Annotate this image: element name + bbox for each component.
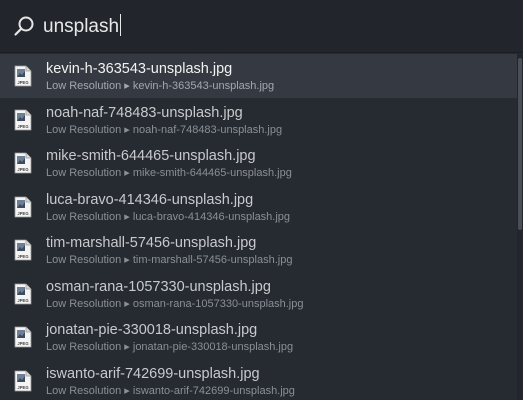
result-title: noah-naf-748483-unsplash.jpg	[46, 104, 243, 121]
search-query: unsplash	[43, 16, 120, 37]
svg-text:JPEG: JPEG	[17, 254, 28, 259]
result-subtitle: Low Resolution ▸ kevin-h-363543-unsplash…	[46, 79, 517, 93]
result-subtitle: Low Resolution ▸ noah-naf-748483-unsplas…	[46, 123, 517, 137]
result-row[interactable]: JPEG osman-rana-1057330-unsplash.jpg Low…	[0, 272, 517, 316]
results-list: JPEG kevin-h-363543-unsplash.jpg Low Res…	[0, 54, 517, 400]
result-subtitle: Low Resolution ▸ jonatan-pie-330018-unsp…	[46, 340, 517, 354]
result-resolution: Low Resolution	[46, 254, 122, 266]
svg-text:JPEG: JPEG	[17, 167, 28, 172]
jpeg-file-icon: JPEG	[14, 109, 32, 131]
result-resolution: Low Resolution	[46, 341, 122, 353]
path-separator: ▸	[124, 210, 130, 223]
result-resolution: Low Resolution	[46, 210, 122, 223]
svg-text:JPEG: JPEG	[17, 298, 28, 303]
result-resolution: Low Resolution	[46, 80, 122, 92]
result-row[interactable]: JPEG iswanto-arif-742699-unsplash.jpg Lo…	[0, 359, 517, 400]
path-separator: ▸	[124, 254, 130, 266]
result-filename: iswanto-arif-742699-unsplash.jpg	[132, 384, 295, 397]
result-title: jonatan-pie-330018-unsplash.jpg	[46, 322, 258, 338]
search-bar[interactable]: unsplash	[0, 0, 523, 53]
result-resolution: Low Resolution	[46, 384, 122, 397]
jpeg-file-icon: JPEG	[14, 239, 32, 261]
jpeg-file-icon: JPEG	[14, 370, 32, 392]
result-filename: osman-rana-1057330-unsplash.jpg	[132, 297, 304, 310]
result-filename: luca-bravo-414346-unsplash.jpg	[132, 210, 291, 223]
scrollbar-thumb[interactable]	[518, 58, 522, 230]
result-title: iswanto-arif-742699-unsplash.jpg	[46, 365, 260, 382]
jpeg-file-icon: JPEG	[14, 196, 32, 218]
path-separator: ▸	[124, 167, 130, 179]
path-separator: ▸	[124, 123, 130, 136]
svg-text:JPEG: JPEG	[17, 80, 28, 85]
path-separator: ▸	[124, 384, 130, 397]
path-separator: ▸	[124, 297, 130, 310]
scrollbar[interactable]	[517, 54, 523, 400]
svg-text:JPEG: JPEG	[17, 341, 28, 346]
result-filename: kevin-h-363543-unsplash.jpg	[132, 80, 275, 92]
path-separator: ▸	[124, 341, 130, 353]
svg-text:JPEG: JPEG	[17, 124, 28, 129]
result-row[interactable]: JPEG tim-marshall-57456-unsplash.jpg Low…	[0, 228, 517, 272]
result-subtitle: Low Resolution ▸ mike-smith-644465-unspl…	[46, 166, 517, 180]
result-subtitle: Low Resolution ▸ iswanto-arif-742699-uns…	[46, 384, 517, 398]
result-row[interactable]: JPEG luca-bravo-414346-unsplash.jpg Low …	[0, 185, 517, 229]
result-title: luca-bravo-414346-unsplash.jpg	[46, 191, 254, 208]
result-row[interactable]: JPEG noah-naf-748483-unsplash.jpg Low Re…	[0, 98, 517, 142]
result-row[interactable]: JPEG kevin-h-363543-unsplash.jpg Low Res…	[0, 54, 517, 98]
jpeg-file-icon: JPEG	[14, 326, 32, 348]
path-separator: ▸	[124, 80, 130, 92]
launcher-window: unsplash JPEG kevin-h-363543-unsplash.jp…	[0, 0, 523, 400]
result-resolution: Low Resolution	[46, 123, 122, 136]
result-subtitle: Low Resolution ▸ luca-bravo-414346-unspl…	[46, 210, 517, 224]
result-subtitle: Low Resolution ▸ tim-marshall-57456-unsp…	[46, 253, 517, 267]
result-title: osman-rana-1057330-unsplash.jpg	[46, 278, 271, 295]
svg-text:JPEG: JPEG	[17, 211, 28, 216]
result-row[interactable]: JPEG mike-smith-644465-unsplash.jpg Low …	[0, 141, 517, 185]
result-row[interactable]: JPEG jonatan-pie-330018-unsplash.jpg Low…	[0, 315, 517, 359]
svg-text:JPEG: JPEG	[17, 385, 28, 390]
result-resolution: Low Resolution	[46, 297, 122, 310]
result-resolution: Low Resolution	[46, 167, 122, 179]
result-filename: mike-smith-644465-unsplash.jpg	[132, 167, 292, 179]
result-filename: tim-marshall-57456-unsplash.jpg	[132, 254, 293, 266]
result-subtitle: Low Resolution ▸ osman-rana-1057330-unsp…	[46, 297, 517, 311]
result-title: tim-marshall-57456-unsplash.jpg	[46, 235, 257, 251]
text-cursor	[120, 14, 122, 36]
result-filename: noah-naf-748483-unsplash.jpg	[132, 123, 283, 136]
result-title: mike-smith-644465-unsplash.jpg	[46, 148, 256, 164]
result-title: kevin-h-363543-unsplash.jpg	[46, 61, 233, 77]
jpeg-file-icon: JPEG	[14, 283, 32, 305]
result-filename: jonatan-pie-330018-unsplash.jpg	[132, 341, 294, 353]
jpeg-file-icon: JPEG	[14, 65, 32, 87]
jpeg-file-icon: JPEG	[14, 152, 32, 174]
search-icon	[13, 15, 35, 37]
search-input[interactable]: unsplash	[43, 14, 122, 38]
